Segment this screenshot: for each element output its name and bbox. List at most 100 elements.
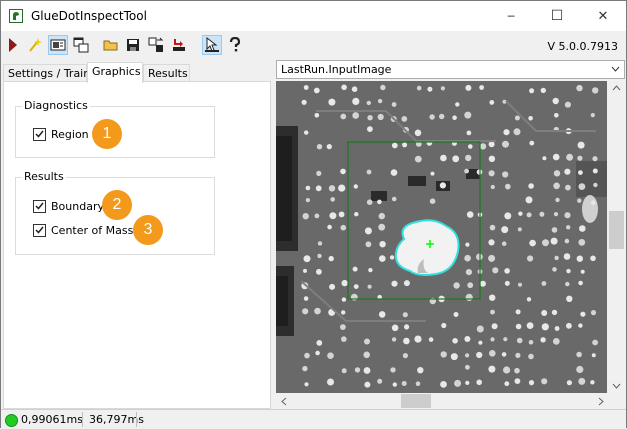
solder-pad <box>452 338 458 344</box>
solder-pad <box>303 268 307 273</box>
solder-pad <box>542 239 549 247</box>
minimize-button[interactable]: ─ <box>488 1 534 31</box>
solder-pad <box>453 312 459 317</box>
solder-pad <box>402 142 408 148</box>
solder-pad <box>563 253 571 260</box>
solder-pad <box>552 338 560 345</box>
solder-pad <box>465 293 473 301</box>
solder-pad <box>328 185 336 192</box>
solder-pad <box>566 153 574 161</box>
horizontal-scrollbar[interactable] <box>276 393 608 409</box>
solder-pad <box>326 144 332 150</box>
center-of-mass-label: Center of Mass <box>51 223 134 237</box>
solder-pad <box>592 156 598 162</box>
graphics-toggle-icon <box>205 37 219 52</box>
solder-pad <box>516 337 523 344</box>
solder-pad <box>364 227 372 235</box>
center-of-mass-checkbox[interactable] <box>33 223 46 237</box>
solder-pad <box>377 113 384 121</box>
horizontal-scroll-thumb[interactable] <box>401 394 431 408</box>
save-button[interactable] <box>123 35 143 55</box>
toolbar: V 5.0.0.7913 <box>1 32 626 58</box>
solder-pad <box>465 154 472 162</box>
region-checkbox-row[interactable]: Region <box>33 126 89 142</box>
solder-pad <box>578 323 583 328</box>
region-checkbox[interactable] <box>33 127 46 141</box>
solder-pad <box>327 352 334 360</box>
boundary-checkbox[interactable] <box>33 199 46 213</box>
solder-pad <box>440 86 445 91</box>
scroll-left-icon[interactable] <box>281 397 287 406</box>
solder-pad <box>303 85 309 90</box>
solder-pad <box>555 197 560 203</box>
tab-graphics[interactable]: Graphics <box>87 62 143 83</box>
app-icon <box>9 9 23 23</box>
solder-pad <box>488 365 496 373</box>
boundary-checkbox-row[interactable]: Boundary <box>33 198 104 214</box>
maximize-button[interactable]: ☐ <box>534 1 580 31</box>
display-button[interactable] <box>48 35 68 55</box>
close-button[interactable]: ✕ <box>580 1 626 31</box>
callout-badge-1: 1 <box>92 119 122 149</box>
solder-pad <box>564 212 571 219</box>
solder-pad <box>579 225 586 232</box>
solder-pad <box>479 85 484 90</box>
center-of-mass-checkbox-row[interactable]: Center of Mass <box>33 222 133 238</box>
chevron-down-icon <box>611 62 620 79</box>
solder-pad <box>302 365 308 372</box>
solder-pad <box>455 102 460 107</box>
run-button[interactable] <box>3 35 23 55</box>
solder-pad <box>490 309 495 315</box>
scroll-down-icon[interactable] <box>612 383 621 389</box>
solder-pad <box>580 269 585 274</box>
solder-pad <box>514 378 521 384</box>
solder-pad <box>541 323 549 331</box>
tab-settings-train[interactable]: Settings / Train <box>3 64 90 82</box>
image-selector-dropdown[interactable]: LastRun.InputImage <box>276 60 625 79</box>
solder-pad <box>414 155 422 163</box>
solder-pad <box>366 100 371 106</box>
solder-pad <box>364 338 370 345</box>
solder-pad <box>552 97 559 105</box>
open-button[interactable] <box>101 35 121 55</box>
import-button[interactable] <box>169 35 189 55</box>
solder-pad <box>391 280 398 287</box>
solder-pad <box>391 337 397 342</box>
export-button[interactable] <box>146 35 166 55</box>
scroll-up-icon[interactable] <box>612 85 621 91</box>
solder-pad <box>578 280 583 286</box>
region-label: Region <box>51 127 89 141</box>
solder-pad <box>529 239 536 247</box>
status-bar: 0,99061ms 36,797ms <box>1 409 626 429</box>
solder-pad <box>464 111 472 119</box>
open-folder-icon <box>103 40 118 51</box>
solder-pad <box>466 130 472 136</box>
solder-pad <box>590 310 597 316</box>
checkmark-icon <box>35 130 44 138</box>
wand-button[interactable] <box>25 35 45 55</box>
help-button[interactable] <box>225 35 245 55</box>
solder-pad <box>430 171 435 176</box>
help-icon <box>229 37 241 52</box>
windows-button[interactable] <box>71 35 91 55</box>
solder-pad <box>341 84 347 91</box>
image-display[interactable] <box>276 81 607 393</box>
right-pane: LastRun.InputImage <box>275 59 626 409</box>
checkmark-icon <box>35 202 44 210</box>
solder-pad <box>564 238 570 244</box>
solder-pad <box>576 365 584 374</box>
solder-pad <box>329 212 337 220</box>
vertical-scrollbar[interactable] <box>608 81 625 393</box>
vertical-scroll-thumb[interactable] <box>609 211 624 249</box>
solder-pad <box>577 141 585 149</box>
solder-pad <box>479 143 487 150</box>
graphics-toggle-button[interactable] <box>202 35 222 55</box>
solder-pad <box>528 116 533 121</box>
solder-pad <box>465 269 472 276</box>
scroll-right-icon[interactable] <box>598 397 604 406</box>
minimize-icon: ─ <box>507 9 515 23</box>
tab-results[interactable]: Results <box>143 64 190 82</box>
solder-pad <box>504 381 510 387</box>
solder-pad <box>502 171 509 178</box>
solder-pad <box>377 199 382 205</box>
